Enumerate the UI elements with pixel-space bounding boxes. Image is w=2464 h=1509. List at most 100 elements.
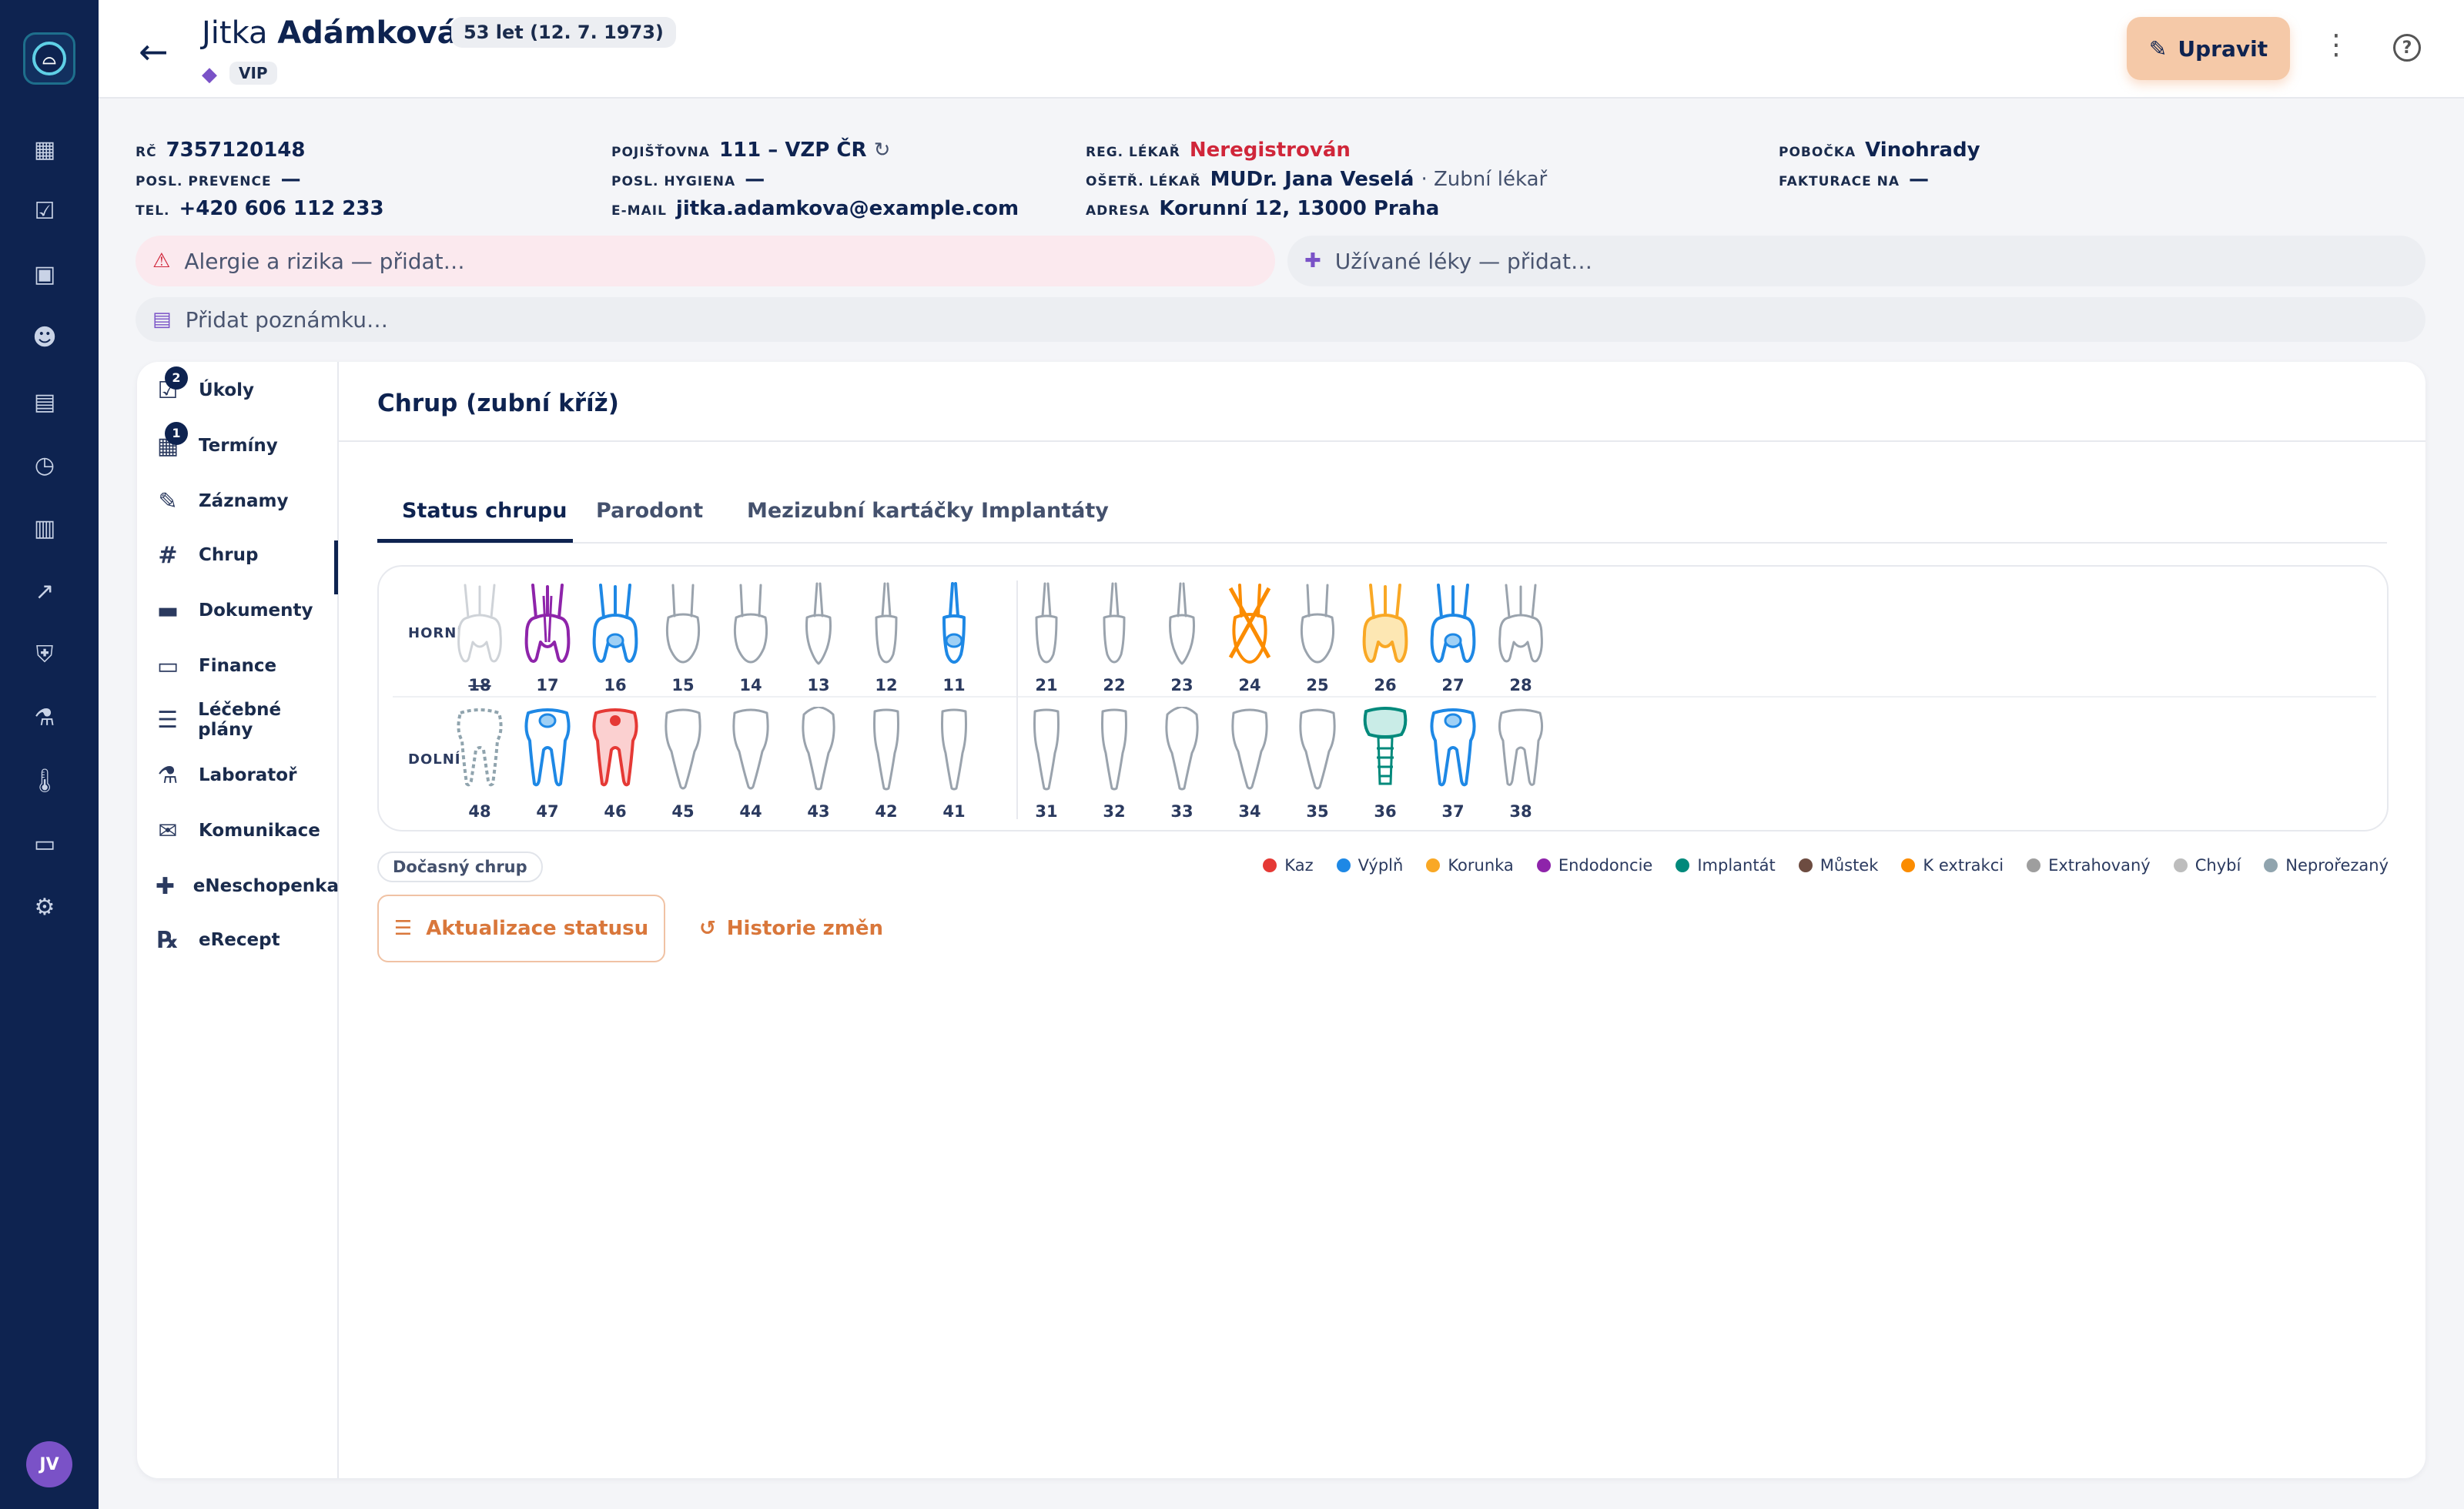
tooth-icon — [1033, 708, 1060, 791]
refresh-icon[interactable]: ↻ — [874, 139, 891, 162]
tab-parodont[interactable]: Parodont — [596, 493, 703, 542]
tooth-38[interactable]: 38 — [1494, 707, 1548, 822]
tooth-26[interactable]: 26 — [1358, 581, 1412, 696]
vip-tag[interactable]: VIP — [229, 62, 277, 85]
tooth-45[interactable]: 45 — [656, 707, 710, 822]
tooth-icon — [1169, 582, 1195, 665]
receipt-icon[interactable]: ▥ — [31, 514, 59, 542]
tooth-44[interactable]: 44 — [724, 707, 778, 822]
tooth-13[interactable]: 13 — [792, 581, 845, 696]
subnav-item-2[interactable]: ✎ Záznamy — [154, 482, 339, 520]
tooth-number: 47 — [536, 802, 559, 821]
more-menu-icon[interactable]: ⋮ — [2322, 29, 2350, 61]
tooth-number: 12 — [875, 676, 898, 694]
tooth-number: 41 — [942, 802, 966, 821]
tab-implants[interactable]: Implantáty — [981, 493, 1109, 542]
subnav-item-4[interactable]: ▬ Dokumenty — [154, 591, 339, 630]
tooth-number: 45 — [671, 802, 695, 821]
tooth-24[interactable]: 24 — [1223, 581, 1277, 696]
temporary-teeth-toggle[interactable]: Dočasný chrup — [377, 852, 543, 882]
tooth-number: 27 — [1441, 676, 1465, 694]
calendar-check-icon[interactable]: ▣ — [31, 260, 59, 288]
medication-icon: ✚ — [1304, 249, 1321, 273]
analytics-icon[interactable]: ↗ — [31, 577, 59, 605]
tooth-31[interactable]: 31 — [1019, 707, 1073, 822]
legend-dot — [2173, 858, 2188, 872]
tooth-number: 43 — [807, 802, 830, 821]
history-button[interactable]: ↺ Historie změn — [699, 895, 883, 962]
user-avatar[interactable]: JV — [26, 1441, 72, 1487]
info-rc: RČ 7357120148 — [136, 139, 306, 162]
subnav-item-1[interactable]: ▦ 1 Termíny — [154, 421, 339, 465]
subnav-label: Laboratoř — [199, 765, 297, 785]
tooth-33[interactable]: 33 — [1155, 707, 1209, 822]
tooth-12[interactable]: 12 — [859, 581, 913, 696]
thermometer-icon[interactable]: 🌡 — [30, 767, 59, 795]
subnav-item-5[interactable]: ▭ Finance — [154, 647, 339, 685]
tooth-32[interactable]: 32 — [1087, 707, 1141, 822]
tooth-11[interactable]: 11 — [927, 581, 981, 696]
tooth-22[interactable]: 22 — [1087, 581, 1141, 696]
subnav-item-7[interactable]: ⚗ Laboratoř — [154, 756, 339, 795]
subnav-item-6[interactable]: ☰ Léčebné plány — [154, 700, 339, 740]
tooth-36[interactable]: 36 — [1358, 707, 1412, 822]
people-icon[interactable]: ☻ — [31, 323, 59, 351]
tooth-27[interactable]: 27 — [1426, 581, 1480, 696]
subnav-item-10[interactable]: ℞ eRecept — [154, 921, 339, 959]
tab-brushes[interactable]: Mezizubní kartáčky — [747, 493, 973, 542]
tooth-34[interactable]: 34 — [1223, 707, 1277, 822]
app-logo[interactable]: ⌓ — [23, 32, 75, 85]
subnav-item-9[interactable]: ✚ eNeschopenka — [154, 867, 339, 905]
tooth-48[interactable]: 48 — [453, 707, 507, 822]
tooth-16[interactable]: 16 — [588, 581, 642, 696]
archive-icon[interactable]: ▭ — [31, 830, 59, 858]
tooth-28[interactable]: 28 — [1494, 581, 1548, 696]
shield-icon[interactable]: ⛨ — [31, 641, 59, 668]
tooth-18[interactable]: 18 — [453, 581, 507, 696]
tooth-icon — [1363, 707, 1408, 785]
tooth-icon — [1300, 584, 1335, 664]
gear-icon[interactable]: ⚙ — [31, 893, 59, 921]
subnav-item-8[interactable]: ✉ Komunikace — [154, 811, 339, 850]
back-arrow-icon[interactable]: ← — [139, 31, 169, 72]
tooth-14[interactable]: 14 — [724, 581, 778, 696]
tooth-46[interactable]: 46 — [588, 707, 642, 822]
legend-item: Extrahovaný — [2027, 856, 2151, 875]
tooth-42[interactable]: 42 — [859, 707, 913, 822]
allergy-input[interactable]: ⚠ Alergie a rizika — přidat… — [136, 236, 1275, 286]
tooth-number: 22 — [1103, 676, 1126, 694]
clock-icon[interactable]: ◷ — [31, 451, 59, 479]
microscope-icon[interactable]: ⚗ — [31, 704, 59, 731]
tooth-25[interactable]: 25 — [1291, 581, 1344, 696]
dashboard-icon[interactable]: ▦ — [31, 136, 59, 163]
tooth-17[interactable]: 17 — [521, 581, 574, 696]
tooth-41[interactable]: 41 — [927, 707, 981, 822]
tooth-21[interactable]: 21 — [1019, 581, 1073, 696]
tooth-35[interactable]: 35 — [1291, 707, 1344, 822]
legend-item: Můstek — [1798, 856, 1878, 875]
tooth-icon — [875, 582, 898, 664]
checklist-icon: ☰ — [393, 917, 413, 940]
tooth-15[interactable]: 15 — [656, 581, 710, 696]
subnav-item-3[interactable]: # Chrup — [154, 536, 339, 574]
legend-dot — [1536, 858, 1551, 872]
medications-input[interactable]: ✚ Užívané léky — přidat… — [1287, 236, 2426, 286]
legend-dot — [1263, 858, 1277, 872]
tooth-23[interactable]: 23 — [1155, 581, 1209, 696]
note-input[interactable]: ▤ Přidat poznámku… — [136, 297, 2426, 342]
legend-item: Neprořezaný — [2264, 856, 2389, 875]
tab-status[interactable]: Status chrupu — [402, 493, 567, 542]
tooth-43[interactable]: 43 — [792, 707, 845, 822]
help-icon[interactable]: ? — [2393, 34, 2421, 62]
clipboard-edit-icon: ✎ — [158, 487, 178, 515]
tooth-47[interactable]: 47 — [521, 707, 574, 822]
update-status-button[interactable]: ☰ Aktualizace statusu — [377, 895, 665, 962]
subnav-item-0[interactable]: ☑ 2 Úkoly — [154, 366, 339, 410]
clipboard-check-icon[interactable]: ☑ — [31, 197, 59, 225]
edit-button[interactable]: ✎ Upravit — [2127, 17, 2290, 80]
tooth-icon — [802, 707, 835, 791]
tooth-37[interactable]: 37 — [1426, 707, 1480, 822]
history-icon: ↺ — [699, 917, 716, 940]
calendar-icon[interactable]: ▤ — [31, 388, 59, 416]
tooth-icon — [524, 708, 571, 787]
